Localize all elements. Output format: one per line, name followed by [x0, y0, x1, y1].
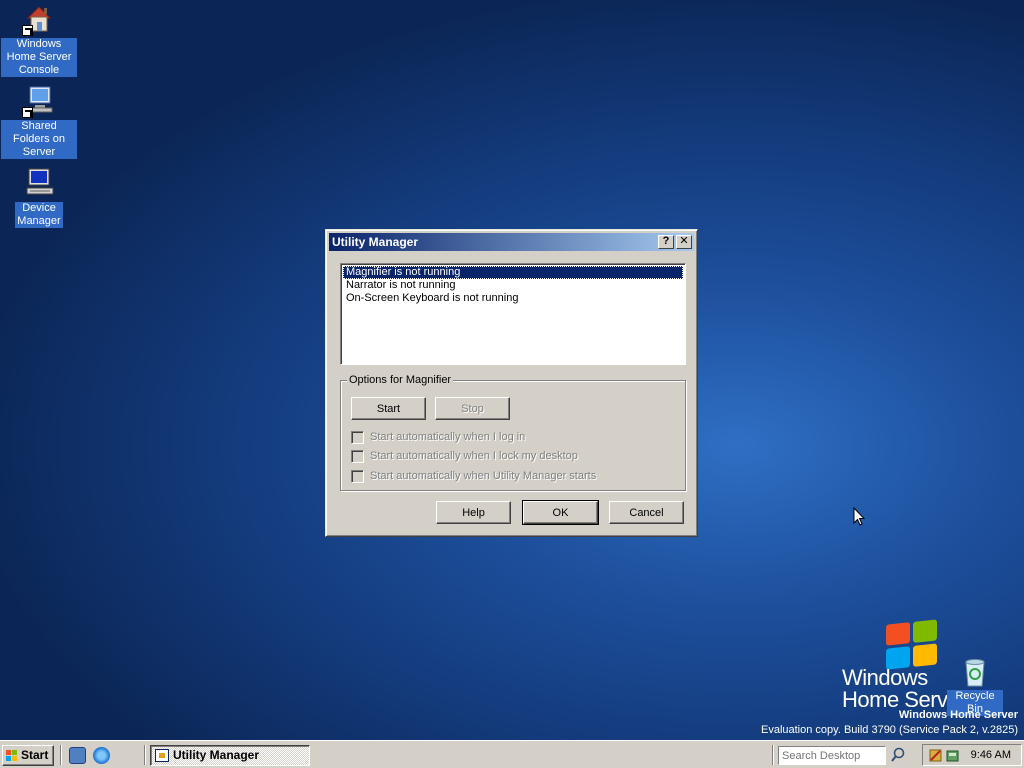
tray-tools-icon[interactable] [928, 748, 943, 763]
checkbox-box[interactable] [351, 469, 364, 483]
options-group-label: Options for Magnifier [347, 374, 454, 386]
search-desktop-input[interactable] [778, 746, 886, 765]
ok-button[interactable]: OK [522, 500, 599, 525]
desktop-icon-label: Device Manager [15, 202, 63, 228]
product-name: Windows Home Server [898, 709, 1018, 721]
start-button[interactable]: Start [351, 397, 426, 420]
checkbox-label: Start automatically when Utility Manager… [370, 470, 597, 482]
taskbar-separator [60, 745, 62, 765]
mouse-cursor-icon [853, 507, 865, 526]
stop-button[interactable]: Stop [435, 397, 510, 420]
utility-list[interactable]: Magnifier is not running Narrator is not… [340, 263, 686, 365]
cancel-button[interactable]: Cancel [609, 501, 684, 524]
desktop-icon-device-manager[interactable]: Device Manager [0, 166, 79, 228]
recycle-bin-icon [961, 656, 989, 688]
close-icon[interactable]: ✕ [676, 235, 692, 249]
checkbox-box[interactable] [351, 449, 364, 463]
desktop-icon-home-server-console[interactable]: Windows Home Server Console [0, 2, 79, 77]
tray-home-server-icon[interactable] [945, 748, 960, 763]
desktop-icon-shared-folders[interactable]: Shared Folders on Server [0, 84, 79, 159]
checkbox-box[interactable] [351, 430, 364, 444]
checkbox-start-with-utility-manager[interactable]: Start automatically when Utility Manager… [351, 469, 596, 483]
house-icon [22, 2, 56, 36]
start-button-taskbar[interactable]: Start [2, 745, 54, 766]
list-item-narrator[interactable]: Narrator is not running [343, 279, 683, 292]
list-item-onscreen-keyboard[interactable]: On-Screen Keyboard is not running [343, 292, 683, 305]
checkbox-label: Start automatically when I log in [370, 431, 526, 443]
computer-icon [22, 166, 56, 200]
search-icon[interactable] [888, 746, 908, 765]
list-item-magnifier[interactable]: Magnifier is not running [343, 266, 683, 279]
dialog-title: Utility Manager [332, 235, 419, 249]
start-label: Start [21, 748, 49, 762]
taskbar-button-utility-manager[interactable]: Utility Manager [150, 745, 310, 766]
shortcut-arrow-icon [22, 107, 33, 118]
internet-explorer-icon[interactable] [93, 747, 110, 764]
taskbar-separator [772, 745, 774, 765]
show-desktop-icon[interactable] [69, 747, 86, 764]
dialog-titlebar[interactable]: Utility Manager ? ✕ [329, 233, 694, 251]
checkbox-label: Start automatically when I lock my deskt… [370, 450, 578, 462]
windows-flag-icon [6, 750, 18, 761]
help-titlebar-button[interactable]: ? [658, 235, 674, 249]
help-button[interactable]: Help [436, 501, 511, 524]
taskbar-clock: 9:46 AM [970, 749, 1011, 761]
taskbar: Start Utility Manager 9:46 AM [0, 740, 1024, 768]
desktop-icon-label: Shared Folders on Server [1, 120, 77, 159]
desktop-icon-label: Windows Home Server Console [1, 38, 77, 77]
taskbar-button-label: Utility Manager [173, 748, 260, 762]
desktop-icon-recycle-bin[interactable]: Recycle Bin [935, 656, 1015, 716]
system-tray: 9:46 AM [922, 744, 1022, 766]
taskbar-separator [144, 745, 146, 765]
utility-manager-dialog: Utility Manager ? ✕ Magnifier is not run… [325, 229, 698, 537]
shortcut-arrow-icon [22, 25, 33, 36]
checkbox-start-on-login[interactable]: Start automatically when I log in [351, 430, 525, 444]
brand-windows-word: Windows [842, 665, 928, 690]
options-groupbox: Options for Magnifier Start Stop Start a… [340, 374, 686, 491]
windows-logo-icon [886, 619, 938, 670]
network-folder-icon [22, 84, 56, 118]
build-info: Evaluation copy. Build 3790 (Service Pac… [760, 724, 1018, 736]
brand-home-server-word: Home Serv [842, 687, 948, 712]
checkbox-start-on-lock[interactable]: Start automatically when I lock my deskt… [351, 449, 578, 463]
utility-manager-icon [155, 749, 169, 762]
